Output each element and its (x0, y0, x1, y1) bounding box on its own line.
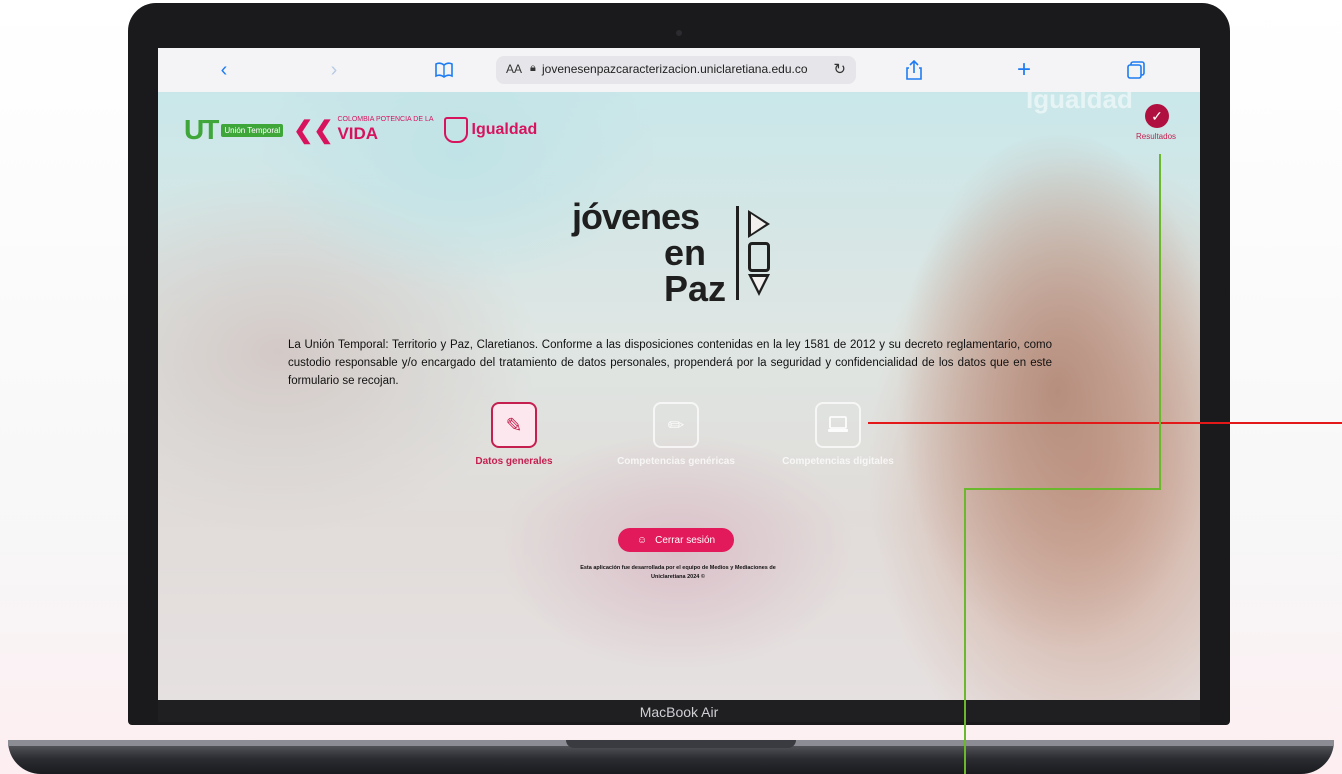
new-tab-icon[interactable]: + (1010, 56, 1038, 84)
ut-logo-mark: UT (184, 114, 219, 145)
igualdad-logo-text: Igualdad (471, 121, 538, 138)
annotation-line-green-vertical (1159, 154, 1161, 490)
logout-button[interactable]: ☺ Cerrar sesión (618, 528, 734, 552)
module-label: Competencias digitales (782, 456, 894, 467)
text-size-button[interactable]: AA (506, 62, 522, 76)
logo-bar: UT Unión Temporal ❮❮ COLOMBIA POTENCIA D… (184, 110, 537, 150)
module-competencias-genericas[interactable]: ✏ Competencias genéricas (616, 402, 736, 467)
colombia-logo-text: COLOMBIA POTENCIA DE LA (337, 116, 434, 123)
camera (676, 30, 682, 36)
brand-square-icon (748, 242, 770, 272)
share-icon[interactable] (900, 56, 928, 84)
lock-icon: 🔒︎ (530, 62, 536, 74)
screen: ‹ › AA 🔒︎ jovenesenpazcaracterizacion.un… (158, 48, 1200, 700)
back-icon[interactable]: ‹ (210, 56, 238, 84)
user-edit-icon: ✎ (491, 402, 537, 448)
laptop-notch (566, 740, 796, 748)
colombia-wave-icon: ❮❮ (293, 116, 334, 144)
colombia-logo: ❮❮ COLOMBIA POTENCIA DE LA VIDA (293, 116, 433, 145)
brand-divider (736, 206, 739, 300)
logout-label: Cerrar sesión (655, 534, 716, 546)
forward-icon[interactable]: › (320, 56, 348, 84)
url-text: jovenesenpazcaracterizacion.uniclaretian… (542, 62, 808, 76)
ut-logo-text: Unión Temporal (221, 123, 284, 137)
browser-toolbar: ‹ › AA 🔒︎ jovenesenpazcaracterizacion.un… (158, 48, 1200, 93)
jovenes-en-paz-logo: jóvenes en Paz (572, 196, 792, 316)
privacy-notice: La Unión Temporal: Territorio y Paz, Cla… (288, 339, 1052, 387)
igualdad-logo: Igualdad (443, 117, 538, 143)
bookmarks-icon[interactable] (430, 56, 458, 84)
footer-credit: Esta aplicación fue desarrollada por el … (580, 565, 776, 580)
address-bar[interactable]: AA 🔒︎ jovenesenpazcaracterizacion.unicla… (496, 56, 856, 84)
reload-icon[interactable]: ↻ (833, 60, 846, 78)
user-icon: ☺ (636, 534, 648, 546)
igualdad-shield-icon (443, 117, 468, 143)
results-label[interactable]: Resultados (1136, 132, 1176, 141)
background-igualdad-text: Igualdad (1026, 92, 1133, 114)
pencil-icon: ✏ (653, 402, 699, 448)
annotation-line-red (868, 422, 1342, 424)
web-page: Igualdad UT Unión Temporal ❮❮ COLOMBIA P… (158, 92, 1200, 700)
results-check-icon[interactable]: ✓ (1145, 104, 1169, 128)
device-label: MacBook Air (639, 704, 719, 720)
annotation-line-green-horizontal (964, 488, 1161, 490)
ut-logo: UT Unión Temporal (184, 114, 284, 146)
brand-triangle-down-inner (752, 277, 766, 291)
colombia-logo-vida: VIDA (337, 124, 379, 143)
laptop-chin: MacBook Air (158, 700, 1200, 722)
brand-triangle-inner (751, 214, 766, 234)
brand-line-3: Paz (664, 268, 727, 309)
module-label: Datos generales (475, 456, 553, 467)
background-photo-overlay (158, 92, 1200, 700)
module-competencias-digitales[interactable]: Competencias digitales (778, 402, 898, 467)
module-datos-generales[interactable]: ✎ Datos generales (454, 402, 574, 467)
module-label: Competencias genéricas (617, 456, 735, 467)
laptop-icon (815, 402, 861, 448)
annotation-line-green-down (964, 488, 966, 774)
tabs-icon[interactable] (1122, 56, 1150, 84)
